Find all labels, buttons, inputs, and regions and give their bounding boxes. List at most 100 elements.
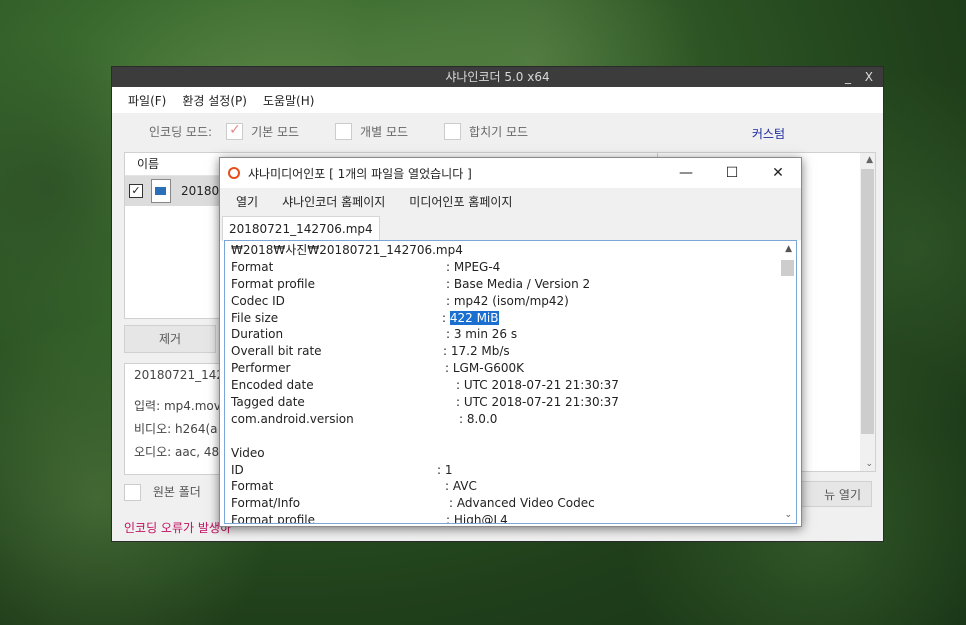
info-value: : 422 MiB xyxy=(442,310,499,327)
info-value: : mp42 (isom/mp42) xyxy=(446,293,569,308)
info-row: Format profile : High@L4 xyxy=(231,512,776,524)
dialog-maximize-button[interactable]: ☐ xyxy=(709,158,755,188)
info-key: File size xyxy=(231,310,279,325)
dialog-title: 샤나미디어인포 [ 1개의 파일을 열었습니다 ] xyxy=(248,166,472,181)
info-line: 입력: mp4.mov xyxy=(134,399,221,413)
info-key: Duration xyxy=(231,327,284,342)
original-folder-label: 원본 폴더 xyxy=(152,485,201,499)
media-info-text[interactable]: ₩2018₩사진₩20180721_142706.mp4 Format : MPE… xyxy=(224,240,797,524)
info-row: com.android.version : 8.0.0 xyxy=(231,411,776,428)
content-scroll-up[interactable]: ▲ xyxy=(785,244,792,254)
main-title-bar: 샤나인코더 5.0 x64 _ X xyxy=(112,67,883,87)
individual-mode-checkbox[interactable] xyxy=(335,122,353,140)
dialog-title-bar: 샤나미디어인포 [ 1개의 파일을 열었습니다 ] — ☐ ✕ xyxy=(220,158,801,188)
menu-file[interactable]: 파일(F) xyxy=(128,92,166,109)
open-folder-button[interactable]: 뉴 열기 xyxy=(792,481,872,507)
info-key: Overall bit rate xyxy=(231,344,322,359)
info-value: : High@L4 xyxy=(446,513,508,524)
info-key: Codec ID xyxy=(231,293,285,308)
status-error-text: 인코딩 오류가 발생하 xyxy=(124,521,231,535)
info-row: Format/Info : Advanced Video Codec xyxy=(231,495,776,512)
info-key: Encoded date xyxy=(231,378,314,393)
merge-mode-label: 합치기 모드 xyxy=(469,124,529,139)
basic-mode-checkbox[interactable] xyxy=(226,122,244,140)
info-row: Format : MPEG-4 xyxy=(231,259,776,276)
scroll-up-arrow[interactable]: ▲ xyxy=(866,155,873,165)
info-row: ID : 1 xyxy=(231,462,776,479)
scroll-thumb[interactable] xyxy=(861,169,874,434)
file-tabstrip: 20180721_142706.mp4 xyxy=(220,214,801,241)
dialog-menubar: 열기 샤나인코더 홈페이지 미디어인포 홈페이지 xyxy=(220,188,801,214)
custom-link[interactable]: 커스텀 xyxy=(752,125,785,142)
minimize-button[interactable]: _ xyxy=(845,67,851,87)
file-info-panel: 20180721_1427 입력: mp4.mov 비디오: h264(a 오디… xyxy=(124,363,232,475)
info-value: : 3 min 26 s xyxy=(446,327,518,342)
info-value: : MPEG-4 xyxy=(446,259,501,274)
scroll-down-arrow[interactable]: ⌄ xyxy=(865,459,873,469)
info-row: Performer : LGM-G600K xyxy=(231,360,776,377)
info-key: Format profile xyxy=(231,513,316,524)
menu-open[interactable]: 열기 xyxy=(236,193,258,210)
main-window-title: 샤나인코더 5.0 x64 xyxy=(445,70,550,84)
info-line: 비디오: h264(a xyxy=(134,422,218,436)
info-row: Duration : 3 min 26 s xyxy=(231,326,776,343)
info-row: File size: 422 MiB xyxy=(231,310,776,327)
info-value: : UTC 2018-07-21 21:30:37 xyxy=(456,378,619,393)
menu-encoder-homepage[interactable]: 샤나인코더 홈페이지 xyxy=(282,193,385,210)
info-value: : AVC xyxy=(445,479,477,494)
basic-mode-label: 기본 모드 xyxy=(251,124,300,139)
info-value: : 17.2 Mb/s xyxy=(443,344,510,359)
remove-button[interactable]: 제거 xyxy=(124,325,216,353)
close-button[interactable]: X xyxy=(865,67,873,87)
video-file-icon xyxy=(151,179,171,203)
info-value: : UTC 2018-07-21 21:30:37 xyxy=(456,395,619,410)
info-row: Video xyxy=(231,445,776,462)
options-scrollbar[interactable]: ▲ ⌄ xyxy=(860,153,875,471)
info-key: Video xyxy=(231,445,265,460)
mode-label: 인코딩 모드: xyxy=(149,124,213,139)
info-value: : 1 xyxy=(437,462,453,477)
info-row: Codec ID : mp42 (isom/mp42) xyxy=(231,293,776,310)
info-value: : 8.0.0 xyxy=(459,411,498,426)
info-key: Format xyxy=(231,259,274,274)
individual-mode-label: 개별 모드 xyxy=(360,124,409,139)
info-row: Overall bit rate : 17.2 Mb/s xyxy=(231,343,776,360)
info-key: Format profile xyxy=(231,276,316,291)
info-value: : LGM-G600K xyxy=(445,361,525,376)
path-row: ₩2018₩사진₩20180721_142706.mp4 xyxy=(231,242,776,259)
menu-settings[interactable]: 환경 설정(P) xyxy=(182,92,247,109)
info-row: Encoded date : UTC 2018-07-21 21:30:37 xyxy=(231,377,776,394)
info-line: 오디오: aac, 48 xyxy=(134,445,220,459)
selected-value[interactable]: 422 MiB xyxy=(449,310,499,325)
file-path: ₩2018₩사진₩20180721_142706.mp4 xyxy=(231,243,463,257)
content-scroll-thumb[interactable] xyxy=(781,260,794,276)
main-menubar: 파일(F) 환경 설정(P) 도움말(H) xyxy=(112,87,883,113)
menu-mediainfo-homepage[interactable]: 미디어인포 홈페이지 xyxy=(409,193,512,210)
info-value-prefix: : xyxy=(442,310,450,325)
dialog-close-button[interactable]: ✕ xyxy=(755,158,801,188)
info-line: 20180721_1427 xyxy=(134,368,232,382)
merge-mode-checkbox[interactable] xyxy=(444,122,462,140)
info-key: Format xyxy=(231,479,274,494)
content-scroll-down[interactable]: ⌄ xyxy=(784,510,792,520)
info-key: Performer xyxy=(231,361,291,376)
tab-file[interactable]: 20180721_142706.mp4 xyxy=(222,216,380,241)
info-row xyxy=(231,428,776,445)
info-key: ID xyxy=(231,462,244,477)
content-scrollbar[interactable]: ▲ ⌄ xyxy=(779,241,796,523)
app-logo-icon xyxy=(228,167,240,179)
info-key: Tagged date xyxy=(231,395,305,410)
info-row: Format profile : Base Media / Version 2 xyxy=(231,276,776,293)
original-folder-option: 원본 폴더 xyxy=(124,483,201,501)
original-folder-checkbox[interactable] xyxy=(124,484,141,501)
info-value: : Advanced Video Codec xyxy=(449,496,595,511)
media-info-dialog: 샤나미디어인포 [ 1개의 파일을 열었습니다 ] — ☐ ✕ 열기 샤나인코더… xyxy=(219,157,802,527)
info-value: : Base Media / Version 2 xyxy=(446,276,591,291)
menu-help[interactable]: 도움말(H) xyxy=(263,92,315,109)
dialog-minimize-button[interactable]: — xyxy=(663,158,709,188)
info-rows: ₩2018₩사진₩20180721_142706.mp4 Format : MPE… xyxy=(231,242,776,524)
info-key: Format/Info xyxy=(231,496,301,511)
info-key: com.android.version xyxy=(231,411,354,426)
info-row: Format : AVC xyxy=(231,478,776,495)
file-row-checkbox[interactable]: ✓ xyxy=(129,184,143,198)
